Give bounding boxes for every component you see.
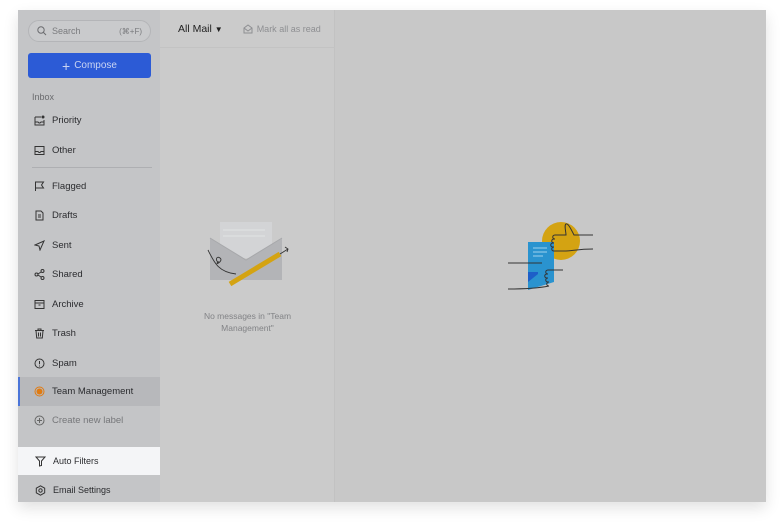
inbox-star-icon bbox=[34, 115, 45, 126]
item-label: Create new label bbox=[52, 415, 124, 426]
create-label-button[interactable]: Create new label bbox=[18, 406, 160, 435]
spam-icon bbox=[34, 358, 45, 369]
mark-all-read-button[interactable]: Mark all as read bbox=[243, 24, 321, 34]
mail-window: Search (⌘+F) + Compose Inbox Priority Oth… bbox=[18, 10, 766, 502]
filter-icon bbox=[35, 456, 46, 467]
plus-icon: + bbox=[62, 57, 71, 74]
sidebar-item-archive[interactable]: Archive bbox=[18, 290, 160, 319]
item-label: Drafts bbox=[52, 210, 78, 221]
item-label: Other bbox=[52, 145, 76, 156]
plus-circle-icon bbox=[34, 415, 45, 426]
thumbs-up-illustration bbox=[508, 222, 594, 290]
folder-dropdown[interactable]: All Mail ▼ bbox=[178, 23, 223, 35]
sidebar: Search (⌘+F) + Compose Inbox Priority Oth… bbox=[18, 10, 160, 502]
mark-all-label: Mark all as read bbox=[256, 23, 321, 34]
gear-icon bbox=[35, 484, 46, 496]
search-shortcut: (⌘+F) bbox=[119, 26, 142, 36]
sidebar-item-flagged[interactable]: Flagged bbox=[18, 172, 160, 201]
list-header: All Mail ▼ Mark all as read bbox=[160, 10, 335, 48]
search-icon bbox=[37, 26, 47, 36]
label-dot-icon bbox=[34, 386, 45, 397]
caret-down-icon: ▼ bbox=[214, 24, 223, 34]
auto-filters-button[interactable]: Auto Filters bbox=[18, 447, 160, 475]
envelope-open-icon bbox=[243, 23, 253, 33]
item-label: Shared bbox=[52, 269, 83, 280]
draft-icon bbox=[35, 210, 44, 221]
item-label: Archive bbox=[52, 299, 84, 310]
sidebar-item-trash[interactable]: Trash bbox=[18, 319, 160, 348]
email-settings-button[interactable]: Email Settings bbox=[18, 476, 160, 502]
item-label: Sent bbox=[52, 240, 72, 251]
item-label: Spam bbox=[52, 358, 77, 369]
sidebar-item-team-management[interactable]: Team Management bbox=[18, 377, 160, 406]
flag-icon bbox=[35, 181, 45, 191]
send-icon bbox=[34, 240, 45, 251]
search-placeholder: Search bbox=[52, 26, 81, 36]
empty-mailbox-illustration bbox=[207, 222, 289, 287]
sidebar-item-other[interactable]: Other bbox=[18, 136, 160, 165]
folder-label: All Mail bbox=[178, 22, 212, 35]
trash-icon bbox=[35, 328, 44, 339]
search-input[interactable]: Search (⌘+F) bbox=[28, 20, 151, 42]
item-label: Trash bbox=[52, 328, 76, 339]
compose-label: Compose bbox=[74, 60, 117, 71]
inbox-icon bbox=[34, 146, 45, 155]
message-list: All Mail ▼ Mark all as read No messages … bbox=[160, 10, 335, 502]
share-icon bbox=[34, 269, 45, 280]
sidebar-item-priority[interactable]: Priority bbox=[18, 106, 160, 135]
item-label: Priority bbox=[52, 115, 82, 126]
compose-button[interactable]: + Compose bbox=[28, 53, 151, 78]
sidebar-item-spam[interactable]: Spam bbox=[18, 349, 160, 378]
sidebar-item-sent[interactable]: Sent bbox=[18, 231, 160, 260]
empty-state-message: No messages in "Team Management" bbox=[203, 311, 292, 333]
email-settings-label: Email Settings bbox=[53, 485, 111, 495]
sidebar-item-drafts[interactable]: Drafts bbox=[18, 201, 160, 230]
sidebar-item-shared[interactable]: Shared bbox=[18, 260, 160, 289]
item-label: Team Management bbox=[52, 386, 134, 397]
inbox-section-label: Inbox bbox=[32, 92, 55, 102]
archive-icon bbox=[34, 300, 45, 309]
divider bbox=[32, 167, 152, 168]
item-label: Flagged bbox=[52, 181, 87, 192]
auto-filters-label: Auto Filters bbox=[53, 456, 99, 466]
